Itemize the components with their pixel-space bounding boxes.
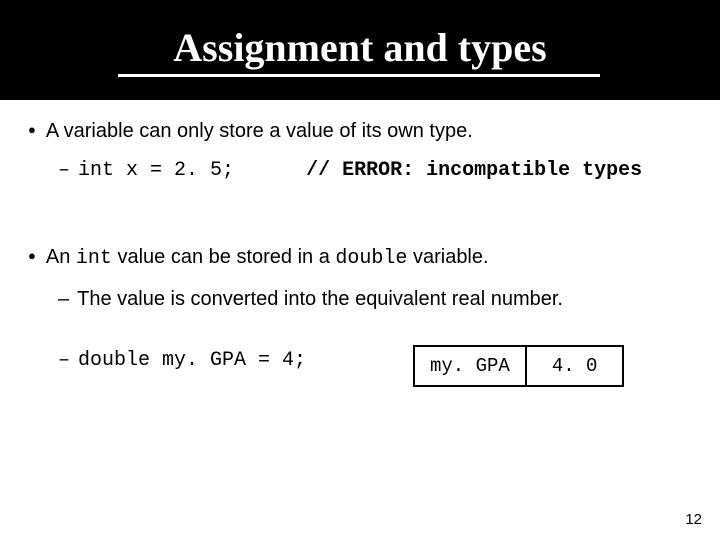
code-line: double my. GPA = 4; xyxy=(78,348,306,374)
slide-body: ● A variable can only store a value of i… xyxy=(0,100,720,374)
bullet-1: ● A variable can only store a value of i… xyxy=(28,118,692,144)
b2-pre: An xyxy=(46,246,76,268)
bullet-1-code: – int x = 2. 5; // ERROR: incompatible t… xyxy=(58,158,692,184)
b2-post: variable. xyxy=(407,246,488,268)
code-line: int x = 2. 5; // ERROR: incompatible typ… xyxy=(78,158,642,184)
b2-code2: double xyxy=(335,247,407,270)
page-number: 12 xyxy=(685,511,702,528)
title-underline xyxy=(118,74,600,77)
variable-box: my. GPA 4. 0 xyxy=(413,345,624,387)
b2-code1: int xyxy=(76,247,112,270)
bullet-marker: ● xyxy=(28,118,36,142)
variable-value-cell: 4. 0 xyxy=(527,345,625,387)
bullet-text: A variable can only store a value of its… xyxy=(46,118,473,144)
variable-name-cell: my. GPA xyxy=(413,345,527,387)
code-assign: int x = 2. 5; xyxy=(78,159,234,182)
dash-marker: – xyxy=(58,348,70,374)
bullet-marker: ● xyxy=(28,244,36,268)
bullet-2-sub: – The value is converted into the equiva… xyxy=(58,286,692,312)
bullet-2: ● An int value can be stored in a double… xyxy=(28,244,692,272)
sub-text: The value is converted into the equivale… xyxy=(77,286,563,312)
bullet-text: An int value can be stored in a double v… xyxy=(46,244,489,272)
dash-marker: – xyxy=(58,158,70,184)
code-comment: // ERROR: incompatible types xyxy=(306,159,642,182)
dash-marker: – xyxy=(58,286,69,312)
b2-mid: value can be stored in a xyxy=(112,246,335,268)
title-header: Assignment and types xyxy=(0,0,720,100)
slide-title: Assignment and types xyxy=(0,24,720,71)
